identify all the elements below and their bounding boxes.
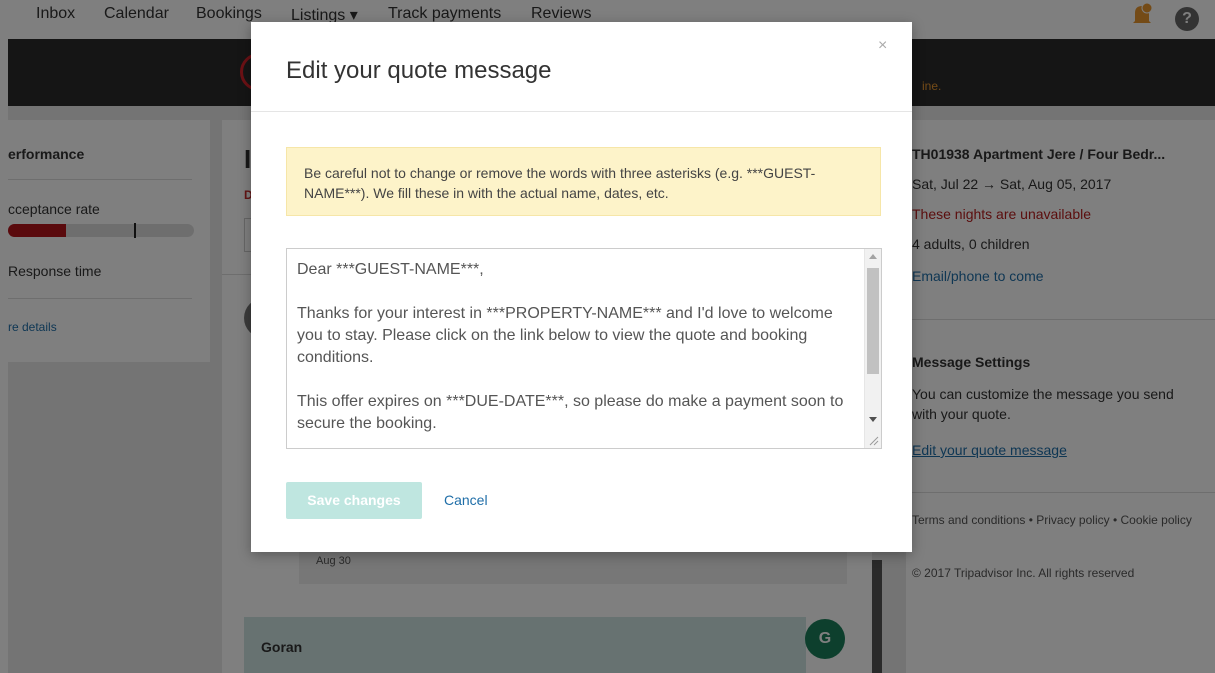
close-icon[interactable]: × xyxy=(878,37,887,55)
divider xyxy=(251,111,912,112)
scroll-down-icon[interactable] xyxy=(869,417,877,422)
save-changes-button[interactable]: Save changes xyxy=(286,482,422,519)
scroll-up-icon[interactable] xyxy=(869,254,877,259)
quote-message-text[interactable]: Dear ***GUEST-NAME***, Thanks for your i… xyxy=(297,259,853,445)
modal-title: Edit your quote message xyxy=(286,57,552,84)
resize-handle-icon[interactable] xyxy=(869,436,879,446)
scrollbar-thumb[interactable] xyxy=(867,268,879,374)
warning-text: Be careful not to change or remove the w… xyxy=(304,165,816,201)
quote-message-textarea[interactable]: Dear ***GUEST-NAME***, Thanks for your i… xyxy=(286,248,882,449)
cancel-button[interactable]: Cancel xyxy=(444,492,488,508)
warning-banner: Be careful not to change or remove the w… xyxy=(286,147,881,216)
textarea-scrollbar[interactable] xyxy=(864,249,881,448)
edit-quote-modal: Edit your quote message × Be careful not… xyxy=(251,22,912,552)
